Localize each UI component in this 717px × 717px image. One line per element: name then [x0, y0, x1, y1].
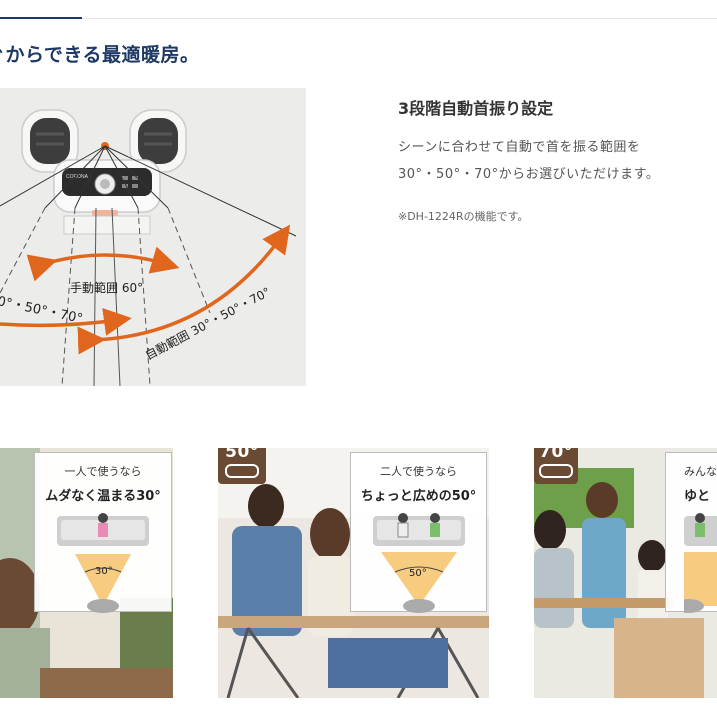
- angle-badge-label: 70°: [539, 448, 573, 462]
- scene-card-line-2: ちょっと広めの50°: [360, 489, 477, 504]
- feature-description-line-2: 30°・50°・70°からお選びいただけます。: [398, 167, 660, 182]
- scene-photo-single: 一人で使うなら ムダなく温まる30° 30°: [0, 448, 173, 698]
- scene-card-pair: 二人で使うなら ちょっと広めの50° 50°: [350, 452, 487, 613]
- pill-icon: [539, 464, 573, 478]
- feature-description-line-1: シーンに合わせて自動で首を振る範囲を: [398, 140, 641, 155]
- heater-stand: [63, 215, 151, 235]
- scene-card-single: 一人で使うなら ムダなく温まる30° 30°: [34, 452, 172, 613]
- scene-card-line-1: 二人で使うなら: [380, 465, 457, 478]
- scene-photo-pair: 50° 二人で使うなら ちょっと広めの50° 50°: [218, 448, 489, 698]
- range-dashed-lines: [0, 207, 211, 386]
- scene-angle-label: 50°: [409, 568, 427, 579]
- feature-note: ※DH-1224Rの機能です。: [398, 210, 529, 223]
- auto-range-label: 自動範囲 30°・50°・70°: [142, 284, 272, 363]
- scene-photo-group: 70° みんな ゆと: [534, 448, 717, 698]
- oscillation-diagram: CORONA 手動範囲 60° 0°・50°・70° 自動範囲 30°・50°・…: [0, 88, 306, 386]
- scene-pair-illustration: 50°: [373, 513, 465, 613]
- scene-card-line-2: ゆと: [684, 489, 711, 504]
- top-divider-accent: [0, 17, 82, 19]
- scene-single-illustration: 30°: [57, 513, 149, 613]
- scene-card-line-1: みんな: [684, 465, 717, 478]
- angle-badge-label: 50°: [225, 448, 259, 462]
- scene-card-line-1: 一人で使うなら: [64, 465, 142, 478]
- oscillation-diagram-svg: CORONA 手動範囲 60° 0°・50°・70° 自動範囲 30°・50°・…: [0, 109, 297, 386]
- heater-control-panel: CORONA: [53, 159, 161, 216]
- scene-card-line-2: ムダなく温まる30°: [45, 489, 161, 504]
- scene-card-group: みんな ゆと: [664, 452, 717, 613]
- scene-angle-label: 30°: [95, 566, 113, 577]
- range-solid-lines: [93, 207, 121, 386]
- scene-group-illustration: [664, 513, 717, 613]
- angle-badge-50: 50°: [218, 448, 266, 484]
- manual-range-label: 手動範囲 60°: [70, 280, 143, 295]
- partial-range-label: 0°・50°・70°: [0, 294, 84, 327]
- pill-icon: [225, 464, 259, 478]
- section-headline: ぐからできる最適暖房。: [0, 44, 200, 66]
- feature-title: 3段階自動首振り設定: [398, 99, 554, 118]
- angle-badge-70: 70°: [534, 448, 578, 484]
- manual-range-arrow: [26, 246, 180, 282]
- top-divider: [0, 18, 717, 19]
